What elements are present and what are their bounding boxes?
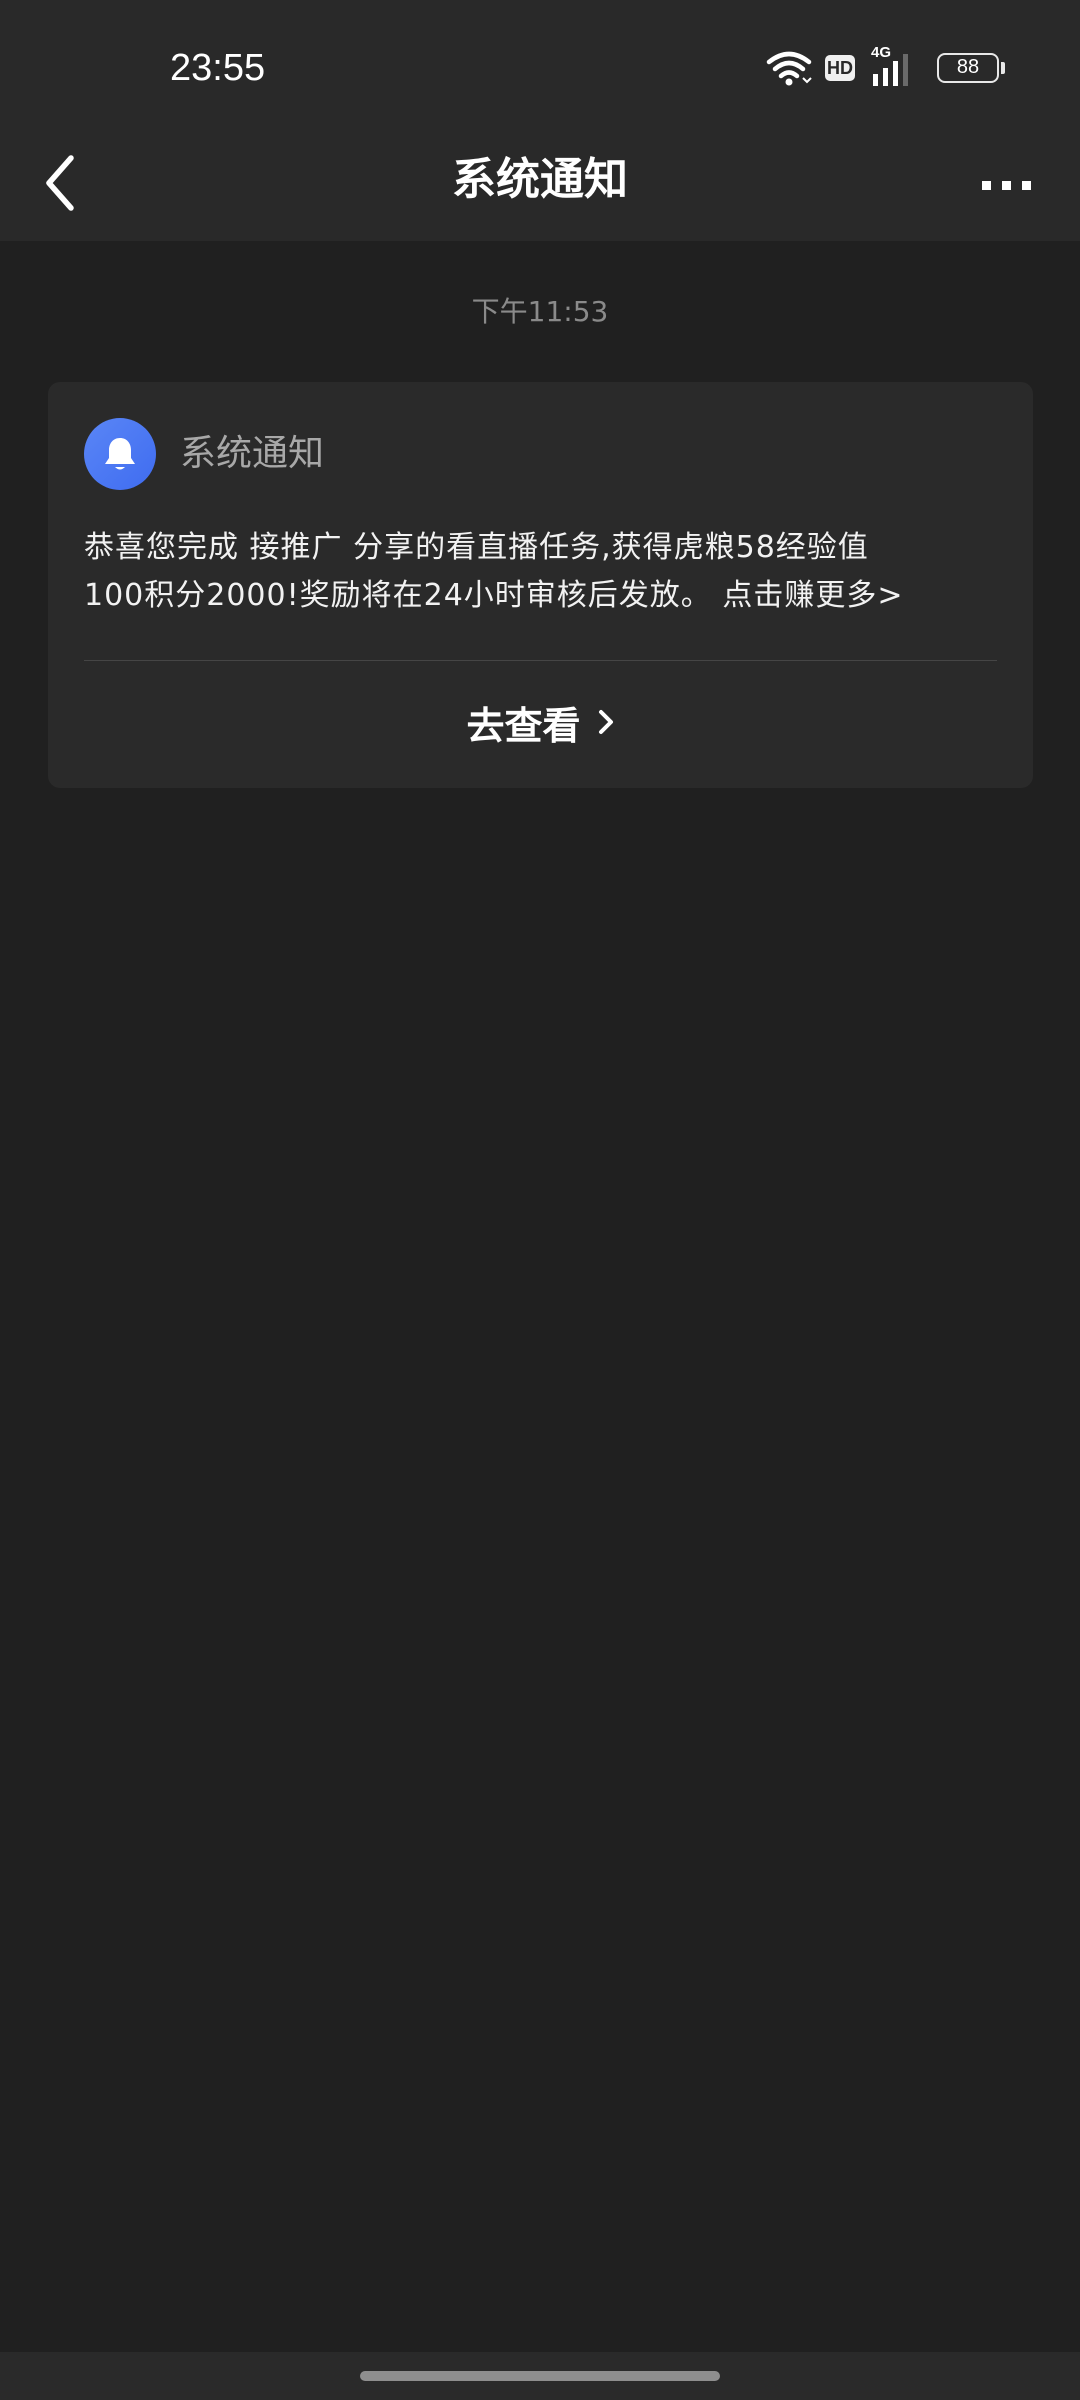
battery-icon: 88 xyxy=(937,53,999,83)
navigation-bar xyxy=(0,2352,1080,2400)
status-icons: HD 4G 88 xyxy=(765,44,1005,90)
wifi-icon xyxy=(766,51,812,86)
status-time: 23:55 xyxy=(170,47,266,89)
sender-name: 系统通知 xyxy=(180,433,325,474)
bell-icon xyxy=(105,438,135,470)
view-details-label: 去查看 xyxy=(466,703,581,748)
hd-icon: HD xyxy=(825,55,855,81)
battery-level: 88 xyxy=(956,56,980,78)
chevron-right-icon xyxy=(598,710,613,734)
header: 系统通知 xyxy=(0,130,1080,241)
notification-card: 系统通知 恭喜您完成 接推广 分享的看直播任务,获得虎粮58经验值 100积分2… xyxy=(48,382,1033,788)
view-details-button[interactable]: 去查看 xyxy=(48,682,1033,762)
message-timestamp: 下午11:53 xyxy=(471,295,609,328)
page-title: 系统通知 xyxy=(452,154,628,205)
more-dots-icon xyxy=(982,181,1031,190)
card-divider xyxy=(84,660,997,661)
signal-label: 4G xyxy=(871,44,892,61)
more-button[interactable] xyxy=(972,160,1042,210)
signal-icon: 4G xyxy=(871,44,915,88)
battery-cap xyxy=(1001,62,1005,74)
avatar xyxy=(84,418,156,490)
status-bar: 23:55 HD 4G 88 xyxy=(0,0,1080,130)
home-indicator[interactable] xyxy=(360,2371,720,2381)
message-body[interactable]: 恭喜您完成 接推广 分享的看直播任务,获得虎粮58经验值 100积分2000!奖… xyxy=(84,524,1004,620)
